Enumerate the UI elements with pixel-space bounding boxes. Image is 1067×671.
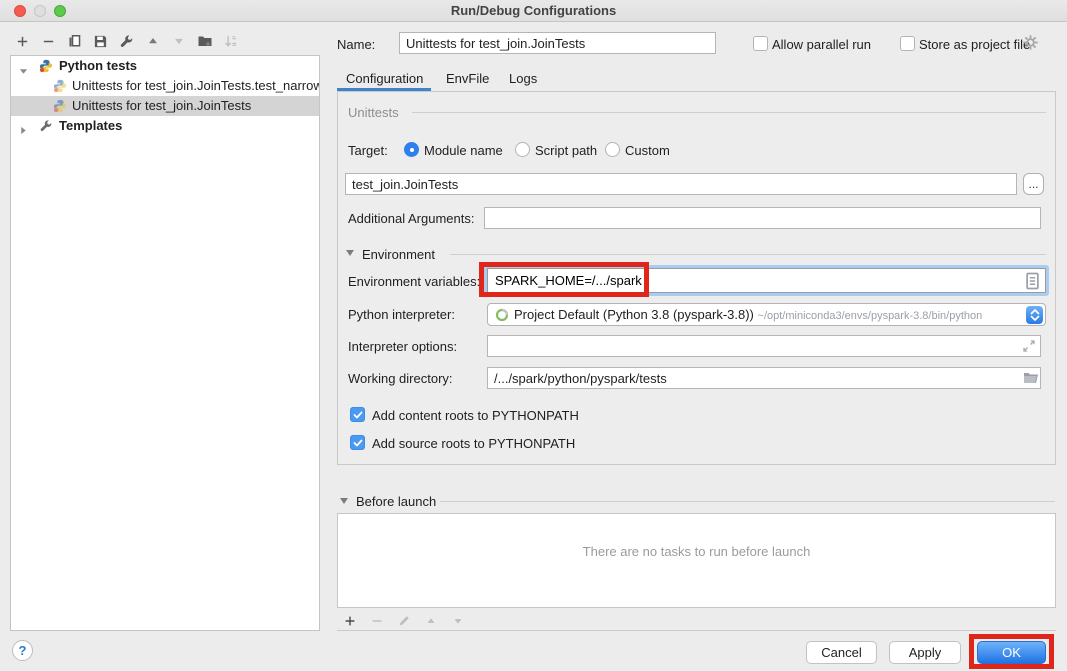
configurations-tree: Python tests Unittests for test_join.Joi… xyxy=(10,55,320,631)
tab-logs[interactable]: Logs xyxy=(509,71,537,86)
add-content-roots-checkbox[interactable] xyxy=(350,407,365,422)
tree-item-label: Python tests xyxy=(59,56,137,76)
environment-header: Environment xyxy=(362,247,435,262)
target-script-path-label: Script path xyxy=(535,143,597,158)
tree-item-templates[interactable]: Templates xyxy=(11,116,319,136)
environment-divider xyxy=(450,254,1046,255)
move-up-icon[interactable] xyxy=(144,33,161,50)
apply-button[interactable]: Apply xyxy=(889,641,961,664)
window-title: Run/Debug Configurations xyxy=(0,0,1067,22)
environment-variables-field[interactable] xyxy=(487,268,1046,293)
target-label: Target: xyxy=(348,143,388,158)
target-module-name-radio[interactable] xyxy=(404,142,419,157)
move-task-up-icon xyxy=(422,612,439,629)
tab-envfile[interactable]: EnvFile xyxy=(446,71,489,86)
python-test-icon xyxy=(53,79,67,93)
working-directory-input[interactable] xyxy=(487,367,1041,389)
add-task-icon[interactable] xyxy=(341,612,358,629)
target-custom-radio[interactable] xyxy=(605,142,620,157)
before-launch-toolbar xyxy=(341,612,466,629)
move-task-down-icon xyxy=(449,612,466,629)
tree-item-jointests-selected[interactable]: Unittests for test_join.JoinTests xyxy=(11,96,319,116)
before-launch-task-list: There are no tasks to run before launch xyxy=(337,513,1056,608)
edit-task-icon xyxy=(395,612,412,629)
add-source-roots-checkbox[interactable] xyxy=(350,435,365,450)
configurations-toolbar xyxy=(14,31,239,51)
remove-configuration-icon[interactable] xyxy=(40,33,57,50)
add-configuration-icon[interactable] xyxy=(14,33,31,50)
before-launch-empty-text: There are no tasks to run before launch xyxy=(338,544,1055,559)
module-name-input[interactable] xyxy=(345,173,1017,195)
tree-item-label: Unittests for test_join.JoinTests xyxy=(72,96,251,116)
store-as-project-file-label: Store as project file xyxy=(919,37,1030,52)
python-interpreter-path: ~/opt/miniconda3/envs/pyspark-3.8/bin/py… xyxy=(758,310,983,322)
remove-task-icon xyxy=(368,612,385,629)
python-test-icon xyxy=(53,99,67,113)
ok-button[interactable]: OK xyxy=(977,641,1046,664)
before-launch-divider xyxy=(440,501,1055,502)
tree-item-label: Templates xyxy=(59,116,122,136)
tree-item-label: Unittests for test_join.JoinTests.test_n… xyxy=(72,76,319,96)
before-launch-collapse-icon[interactable] xyxy=(340,498,348,504)
sort-alphabetically-icon xyxy=(222,33,239,50)
allow-parallel-run-label: Allow parallel run xyxy=(772,37,871,52)
before-launch-header: Before launch xyxy=(356,494,436,509)
python-interpreter-combo[interactable]: Project Default (Python 3.8 (pyspark-3.8… xyxy=(487,303,1046,326)
name-input[interactable] xyxy=(399,32,716,54)
help-button[interactable]: ? xyxy=(12,640,33,661)
unittests-group-label: Unittests xyxy=(348,105,399,120)
target-module-name-label: Module name xyxy=(424,143,503,158)
allow-parallel-run-checkbox[interactable] xyxy=(753,36,768,51)
additional-arguments-label: Additional Arguments: xyxy=(348,211,474,226)
tab-configuration[interactable]: Configuration xyxy=(346,71,423,86)
additional-arguments-input[interactable] xyxy=(484,207,1041,229)
interpreter-options-input[interactable] xyxy=(487,335,1041,357)
add-content-roots-label: Add content roots to PYTHONPATH xyxy=(372,408,579,423)
combo-stepper-icon[interactable] xyxy=(1026,306,1043,324)
python-interpreter-value: Project Default (Python 3.8 (pyspark-3.8… xyxy=(514,307,982,322)
copy-configuration-icon[interactable] xyxy=(66,33,83,50)
store-as-project-file-checkbox[interactable] xyxy=(900,36,915,51)
python-interpreter-label: Python interpreter: xyxy=(348,307,455,322)
chevron-down-icon[interactable] xyxy=(19,62,28,76)
environment-variables-label: Environment variables: xyxy=(348,274,480,289)
name-label: Name: xyxy=(337,37,375,52)
environment-collapse-icon[interactable] xyxy=(346,250,354,256)
wrench-icon xyxy=(39,119,53,133)
add-source-roots-label: Add source roots to PYTHONPATH xyxy=(372,436,575,451)
tree-item-test-narrow[interactable]: Unittests for test_join.JoinTests.test_n… xyxy=(11,76,319,96)
move-down-icon xyxy=(170,33,187,50)
target-custom-label: Custom xyxy=(625,143,670,158)
run-debug-configurations-dialog: Run/Debug Configurations xyxy=(0,0,1067,671)
interpreter-options-label: Interpreter options: xyxy=(348,339,457,354)
content-bottom-divider xyxy=(337,630,1056,631)
working-directory-label: Working directory: xyxy=(348,371,453,386)
gear-icon[interactable] xyxy=(1022,34,1039,54)
titlebar: Run/Debug Configurations xyxy=(0,0,1067,22)
target-script-path-radio[interactable] xyxy=(515,142,530,157)
expand-field-icon[interactable] xyxy=(1022,339,1036,356)
save-configuration-icon[interactable] xyxy=(92,33,109,50)
group-divider xyxy=(412,112,1046,113)
environment-variables-input[interactable] xyxy=(488,269,1045,292)
folder-icon[interactable] xyxy=(1023,371,1039,388)
conda-environment-icon xyxy=(495,308,509,325)
cancel-button[interactable]: Cancel xyxy=(806,641,877,664)
browse-module-button[interactable]: ... xyxy=(1023,173,1044,195)
python-tests-icon xyxy=(39,59,53,73)
edit-templates-icon[interactable] xyxy=(118,33,135,50)
chevron-right-icon[interactable] xyxy=(19,121,28,136)
new-folder-icon[interactable] xyxy=(196,33,213,50)
browse-env-vars-icon[interactable] xyxy=(1025,272,1040,293)
tree-item-python-tests[interactable]: Python tests xyxy=(11,56,319,76)
